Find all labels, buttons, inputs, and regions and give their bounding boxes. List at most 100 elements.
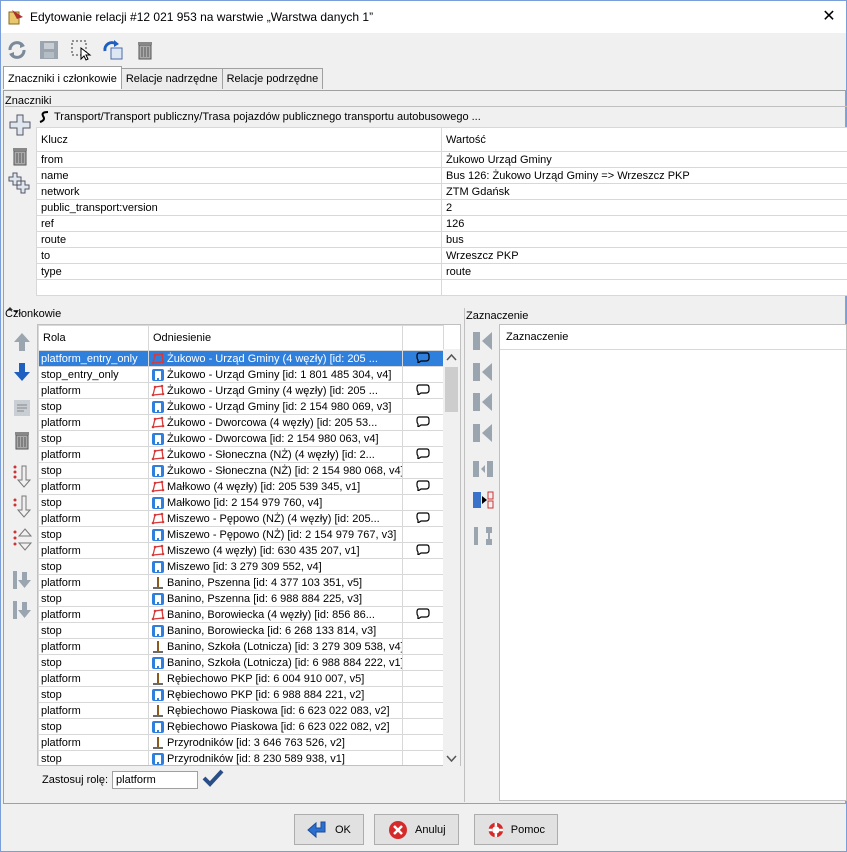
member-reference[interactable]: Rębiechowo PKP [id: 6 988 884 221, v2]: [148, 686, 403, 703]
member-role[interactable]: stop: [38, 430, 149, 447]
member-reference[interactable]: Przyrodników [id: 3 646 763 526, v2]: [148, 734, 403, 751]
member-reference[interactable]: Rębiechowo Piaskowa [id: 6 623 022 083, …: [148, 702, 403, 719]
member-reference[interactable]: Małkowo [id: 2 154 979 760, v4]: [148, 494, 403, 511]
member-row[interactable]: stop Rębiechowo Piaskowa [id: 6 623 022 0…: [38, 718, 444, 735]
duplicate-relation-button[interactable]: [100, 37, 126, 63]
member-row[interactable]: stop Miszewo [id: 3 279 309 552, v4]: [38, 558, 444, 575]
scrollbar-thumb[interactable]: [445, 367, 458, 412]
member-row[interactable]: platform Rębiechowo Piaskowa [id: 6 623 0…: [38, 702, 444, 719]
tag-row[interactable]: name Bus 126: Żukowo Urząd Gminy => Wrzes…: [36, 167, 847, 184]
member-role[interactable]: stop: [38, 398, 149, 415]
tag-value-header[interactable]: Wartość: [441, 127, 847, 152]
tag-row[interactable]: ref 126: [36, 215, 847, 232]
help-button[interactable]: Pomoc: [474, 814, 558, 845]
tag-row[interactable]: to Wrzeszcz PKP: [36, 247, 847, 264]
member-reference[interactable]: Banino, Szkoła (Lotnicza) [id: 6 988 884…: [148, 654, 403, 671]
member-role[interactable]: platform: [38, 542, 149, 559]
tag-key[interactable]: network: [36, 183, 442, 200]
member-row[interactable]: platform Żukowo - Urząd Gminy (4 węzły) […: [38, 382, 444, 399]
scroll-down-icon[interactable]: [443, 751, 460, 765]
member-row[interactable]: stop Przyrodników [id: 8 230 589 938, v1]: [38, 750, 444, 765]
member-reference[interactable]: Żukowo - Słoneczna (NŻ) [id: 2 154 980 0…: [148, 462, 403, 479]
member-role[interactable]: platform: [38, 478, 149, 495]
member-reference[interactable]: Rębiechowo Piaskowa [id: 6 623 022 082, …: [148, 718, 403, 735]
linkage-column-header[interactable]: [402, 325, 444, 351]
member-role[interactable]: stop_entry_only: [38, 366, 149, 383]
member-reference[interactable]: Banino, Pszenna [id: 4 377 103 351, v5]: [148, 574, 403, 591]
member-role[interactable]: platform: [38, 638, 149, 655]
member-role[interactable]: stop: [38, 494, 149, 511]
member-role[interactable]: platform: [38, 446, 149, 463]
member-role[interactable]: stop: [38, 654, 149, 671]
member-reference[interactable]: Żukowo - Urząd Gminy [id: 2 154 980 069,…: [148, 398, 403, 415]
member-reference[interactable]: Banino, Borowiecka (4 węzły) [id: 856 86…: [148, 606, 403, 623]
save-button[interactable]: [36, 37, 62, 63]
member-row[interactable]: stop Banino, Borowiecka [id: 6 268 133 81…: [38, 622, 444, 639]
add-tag-button[interactable]: [7, 112, 33, 138]
members-scrollbar[interactable]: [443, 349, 460, 767]
tab-parent-relations[interactable]: Relacje nadrzędne: [120, 68, 223, 89]
member-reference[interactable]: Przyrodników [id: 8 230 589 938, v1]: [148, 750, 403, 765]
panel-divider[interactable]: [464, 308, 465, 802]
member-role[interactable]: platform: [38, 734, 149, 751]
member-row[interactable]: platform Żukowo - Słoneczna (NŻ) (4 węzły…: [38, 446, 444, 463]
tag-key-header[interactable]: Klucz: [36, 127, 442, 152]
tag-row[interactable]: from Żukowo Urząd Gminy: [36, 151, 847, 168]
tag-row-new[interactable]: [36, 279, 847, 296]
member-reference[interactable]: Miszewo - Pępowo (NŻ) (4 węzły) [id: 205…: [148, 510, 403, 527]
member-reference[interactable]: Żukowo - Urząd Gminy (4 węzły) [id: 205 …: [148, 350, 403, 367]
member-role[interactable]: platform: [38, 606, 149, 623]
member-role[interactable]: platform: [38, 670, 149, 687]
delete-tag-button[interactable]: [7, 143, 33, 169]
member-reference[interactable]: Żukowo - Słoneczna (NŻ) (4 węzły) [id: 2…: [148, 446, 403, 463]
tag-value[interactable]: 2: [441, 199, 847, 216]
tab-child-relations[interactable]: Relacje podrzędne: [221, 68, 324, 89]
tag-value[interactable]: bus: [441, 231, 847, 248]
member-row[interactable]: stop Żukowo - Urząd Gminy [id: 2 154 980 …: [38, 398, 444, 415]
apply-role-button[interactable]: [202, 768, 224, 791]
tag-key[interactable]: type: [36, 263, 442, 280]
tag-key[interactable]: to: [36, 247, 442, 264]
tag-key[interactable]: name: [36, 167, 442, 184]
member-role[interactable]: platform_entry_only: [38, 350, 149, 367]
member-reference[interactable]: Banino, Borowiecka [id: 6 268 133 814, v…: [148, 622, 403, 639]
cancel-button[interactable]: Anuluj: [374, 814, 459, 845]
add-at-end-button[interactable]: [470, 420, 496, 446]
tag-key[interactable]: from: [36, 151, 442, 168]
delete-relation-button[interactable]: [132, 37, 158, 63]
member-role[interactable]: platform: [38, 574, 149, 591]
member-role[interactable]: stop: [38, 558, 149, 575]
tag-key[interactable]: public_transport:version: [36, 199, 442, 216]
member-reference[interactable]: Małkowo (4 węzły) [id: 205 539 345, v1]: [148, 478, 403, 495]
member-reference[interactable]: Żukowo - Urząd Gminy (4 węzły) [id: 205 …: [148, 382, 403, 399]
download-members-button[interactable]: [9, 567, 35, 593]
member-role[interactable]: stop: [38, 750, 149, 765]
remove-selected-button[interactable]: [470, 456, 496, 482]
member-reference[interactable]: Banino, Szkoła (Lotnicza) [id: 3 279 309…: [148, 638, 403, 655]
delete-member-button[interactable]: [9, 427, 35, 453]
member-row[interactable]: platform Banino, Borowiecka (4 węzły) [id…: [38, 606, 444, 623]
reverse-members-button[interactable]: [9, 527, 35, 553]
member-row[interactable]: stop Żukowo - Dworcowa [id: 2 154 980 063…: [38, 430, 444, 447]
member-row[interactable]: stop Miszewo - Pępowo (NŻ) [id: 2 154 979…: [38, 526, 444, 543]
add-before-button[interactable]: [470, 359, 496, 385]
member-row[interactable]: stop Rębiechowo PKP [id: 6 988 884 221, v…: [38, 686, 444, 703]
member-row[interactable]: stop Żukowo - Słoneczna (NŻ) [id: 2 154 9…: [38, 462, 444, 479]
member-role[interactable]: platform: [38, 510, 149, 527]
sort-selection-button[interactable]: [470, 523, 496, 549]
select-in-layer-button[interactable]: [68, 37, 94, 63]
tag-value[interactable]: Żukowo Urząd Gminy: [441, 151, 847, 168]
close-icon[interactable]: ✕: [818, 7, 840, 27]
member-reference[interactable]: Żukowo - Dworcowa (4 węzły) [id: 205 53.…: [148, 414, 403, 431]
member-row[interactable]: platform Przyrodników [id: 3 646 763 526,…: [38, 734, 444, 751]
tag-value[interactable]: Wrzeszcz PKP: [441, 247, 847, 264]
member-reference[interactable]: Miszewo (4 węzły) [id: 630 435 207, v1]: [148, 542, 403, 559]
member-role[interactable]: stop: [38, 686, 149, 703]
member-row[interactable]: platform Miszewo - Pępowo (NŻ) (4 węzły) …: [38, 510, 444, 527]
add-after-button[interactable]: [470, 389, 496, 415]
sort-below-button[interactable]: [9, 493, 35, 519]
member-reference[interactable]: Rębiechowo PKP [id: 6 004 910 007, v5]: [148, 670, 403, 687]
tag-key[interactable]: ref: [36, 215, 442, 232]
role-column-header[interactable]: Rola: [38, 325, 149, 351]
member-role[interactable]: stop: [38, 590, 149, 607]
